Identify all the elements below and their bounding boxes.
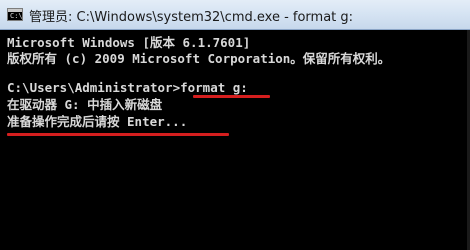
console-line-copyright: 版权所有 (c) 2009 Microsoft Corporation。保留所有… [7, 51, 391, 66]
cmd-window: C:\ 管理员: C:\Windows\system32\cmd.exe - f… [0, 0, 470, 250]
console-line-press-enter: 准备操作完成后请按 Enter... [7, 114, 188, 129]
title-bar[interactable]: C:\ 管理员: C:\Windows\system32\cmd.exe - f… [0, 0, 470, 30]
console-line-command: C:\Users\Administrator>format g: [7, 80, 248, 95]
console-line-version: Microsoft Windows [版本 6.1.7601] [7, 35, 251, 50]
console-line-insert-disk: 在驱动器 G: 中插入新磁盘 [7, 97, 163, 112]
window-title: 管理员: C:\Windows\system32\cmd.exe - forma… [29, 10, 354, 25]
cmd-icon[interactable]: C:\ [7, 8, 23, 21]
command-underline-annotation [193, 95, 270, 98]
console-area[interactable]: Microsoft Windows [版本 6.1.7601] 版权所有 (c)… [0, 30, 470, 250]
prompt-underline-annotation [7, 133, 229, 136]
